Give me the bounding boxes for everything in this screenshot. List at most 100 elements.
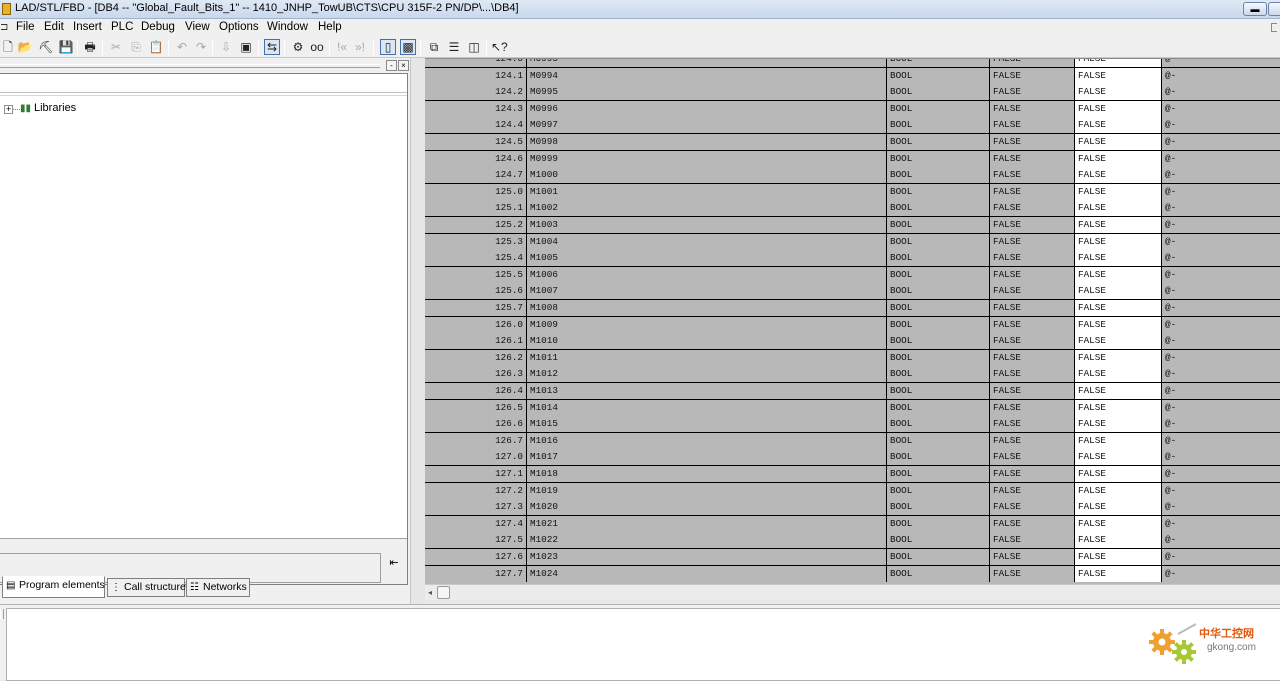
name-cell[interactable]: M1017 <box>526 449 886 466</box>
comment-cell[interactable]: @- <box>1161 466 1280 482</box>
comment-cell[interactable]: @- <box>1161 432 1280 449</box>
comment-cell[interactable]: @- <box>1161 84 1280 101</box>
initial-value-cell[interactable]: FALSE <box>989 466 1074 482</box>
paste-icon[interactable]: 📋 <box>148 39 164 55</box>
type-cell[interactable]: BOOL <box>886 466 989 482</box>
open-icon[interactable]: 📂 <box>17 39 33 55</box>
type-cell[interactable]: BOOL <box>886 134 989 150</box>
actual-value-cell[interactable]: FALSE <box>1074 150 1161 167</box>
comment-cell[interactable]: @- <box>1161 449 1280 466</box>
initial-value-cell[interactable]: FALSE <box>989 59 1074 67</box>
table-row[interactable]: 127.0 M1017 BOOL FALSE FALSE @- <box>425 449 1280 466</box>
type-cell[interactable]: BOOL <box>886 67 989 84</box>
actual-value-cell[interactable]: FALSE <box>1074 100 1161 117</box>
address-cell[interactable]: 126.6 <box>425 416 526 433</box>
actual-value-cell[interactable]: FALSE <box>1074 316 1161 333</box>
address-cell[interactable]: 125.4 <box>425 250 526 267</box>
type-cell[interactable]: BOOL <box>886 84 989 101</box>
type-cell[interactable]: BOOL <box>886 499 989 516</box>
address-cell[interactable]: 125.2 <box>425 217 526 233</box>
layout-icon[interactable]: ☰ <box>446 39 462 55</box>
go-forward-icon[interactable]: »! <box>352 39 368 55</box>
comment-cell[interactable]: @- <box>1161 349 1280 366</box>
initial-value-cell[interactable]: FALSE <box>989 233 1074 250</box>
initial-value-cell[interactable]: FALSE <box>989 383 1074 399</box>
menu-options[interactable]: Options <box>219 21 259 33</box>
initial-value-cell[interactable]: FALSE <box>989 449 1074 466</box>
initial-value-cell[interactable]: FALSE <box>989 399 1074 416</box>
overview-icon[interactable]: ▯ <box>380 39 396 55</box>
type-cell[interactable]: BOOL <box>886 399 989 416</box>
menu-plc[interactable]: PLC <box>111 21 133 33</box>
name-cell[interactable]: M0999 <box>526 150 886 167</box>
app-icon[interactable] <box>2 3 11 15</box>
comment-cell[interactable]: @- <box>1161 283 1280 300</box>
table-row[interactable]: 124.1 M0994 BOOL FALSE FALSE @- <box>425 67 1280 85</box>
comment-cell[interactable]: @- <box>1161 59 1280 67</box>
actual-value-cell[interactable]: FALSE <box>1074 167 1161 184</box>
initial-value-cell[interactable]: FALSE <box>989 549 1074 565</box>
address-cell[interactable]: 125.3 <box>425 233 526 250</box>
address-cell[interactable]: 127.0 <box>425 449 526 466</box>
actual-value-cell[interactable]: FALSE <box>1074 466 1161 482</box>
address-cell[interactable]: 126.3 <box>425 366 526 383</box>
mdi-control[interactable] <box>1271 23 1277 32</box>
actual-value-cell[interactable]: FALSE <box>1074 84 1161 101</box>
comment-cell[interactable]: @- <box>1161 183 1280 200</box>
name-cell[interactable]: M1024 <box>526 565 886 582</box>
comment-cell[interactable]: @- <box>1161 233 1280 250</box>
table-row[interactable]: 125.1 M1002 BOOL FALSE FALSE @- <box>425 200 1280 217</box>
comment-cell[interactable]: @- <box>1161 300 1280 316</box>
table-row[interactable]: 125.2 M1003 BOOL FALSE FALSE @- <box>425 217 1280 234</box>
initial-value-cell[interactable]: FALSE <box>989 565 1074 582</box>
address-cell[interactable]: 125.5 <box>425 266 526 283</box>
type-cell[interactable]: BOOL <box>886 383 989 399</box>
undo-icon[interactable]: ↶ <box>174 39 190 55</box>
address-cell[interactable]: 126.2 <box>425 349 526 366</box>
actual-value-cell[interactable]: FALSE <box>1074 416 1161 433</box>
close-icon[interactable]: × <box>398 60 409 71</box>
initial-value-cell[interactable]: FALSE <box>989 366 1074 383</box>
cut-icon[interactable]: ✂ <box>108 39 124 55</box>
comment-cell[interactable]: @- <box>1161 200 1280 217</box>
windows-icon[interactable]: ◫ <box>466 39 482 55</box>
actual-value-cell[interactable]: FALSE <box>1074 250 1161 267</box>
type-cell[interactable]: BOOL <box>886 250 989 267</box>
name-cell[interactable]: M1008 <box>526 300 886 316</box>
address-cell[interactable]: 124.4 <box>425 117 526 134</box>
comment-cell[interactable]: @- <box>1161 316 1280 333</box>
comment-cell[interactable]: @- <box>1161 515 1280 532</box>
table-row[interactable]: 126.5 M1014 BOOL FALSE FALSE @- <box>425 399 1280 417</box>
initial-value-cell[interactable]: FALSE <box>989 67 1074 84</box>
initial-value-cell[interactable]: FALSE <box>989 499 1074 516</box>
comment-cell[interactable]: @- <box>1161 67 1280 84</box>
pane-autohide-icon[interactable]: - <box>386 60 397 71</box>
help-pointer-icon[interactable]: ↖? <box>491 39 508 55</box>
table-row[interactable]: 127.3 M1020 BOOL FALSE FALSE @- <box>425 499 1280 516</box>
name-cell[interactable]: M1006 <box>526 266 886 283</box>
actual-value-cell[interactable]: FALSE <box>1074 399 1161 416</box>
type-cell[interactable]: BOOL <box>886 416 989 433</box>
tab-program-elements[interactable]: ▤ Program elements <box>2 576 105 598</box>
name-cell[interactable]: M1012 <box>526 366 886 383</box>
address-cell[interactable]: 125.6 <box>425 283 526 300</box>
type-cell[interactable]: BOOL <box>886 432 989 449</box>
type-cell[interactable]: BOOL <box>886 117 989 134</box>
name-cell[interactable]: M1010 <box>526 333 886 350</box>
address-cell[interactable]: 124.2 <box>425 84 526 101</box>
type-cell[interactable]: BOOL <box>886 366 989 383</box>
menu-insert[interactable]: Insert <box>73 21 102 33</box>
type-cell[interactable]: BOOL <box>886 150 989 167</box>
name-cell[interactable]: M1003 <box>526 217 886 233</box>
details-output[interactable] <box>6 608 1280 681</box>
restore-button[interactable] <box>1268 2 1280 16</box>
details-grip[interactable] <box>0 609 4 619</box>
actual-value-cell[interactable]: FALSE <box>1074 300 1161 316</box>
actual-value-cell[interactable]: FALSE <box>1074 449 1161 466</box>
initial-value-cell[interactable]: FALSE <box>989 200 1074 217</box>
actual-value-cell[interactable]: FALSE <box>1074 117 1161 134</box>
comment-cell[interactable]: @- <box>1161 150 1280 167</box>
comment-cell[interactable]: @- <box>1161 399 1280 416</box>
comment-cell[interactable]: @- <box>1161 383 1280 399</box>
table-row[interactable]: 127.6 M1023 BOOL FALSE FALSE @- <box>425 549 1280 566</box>
